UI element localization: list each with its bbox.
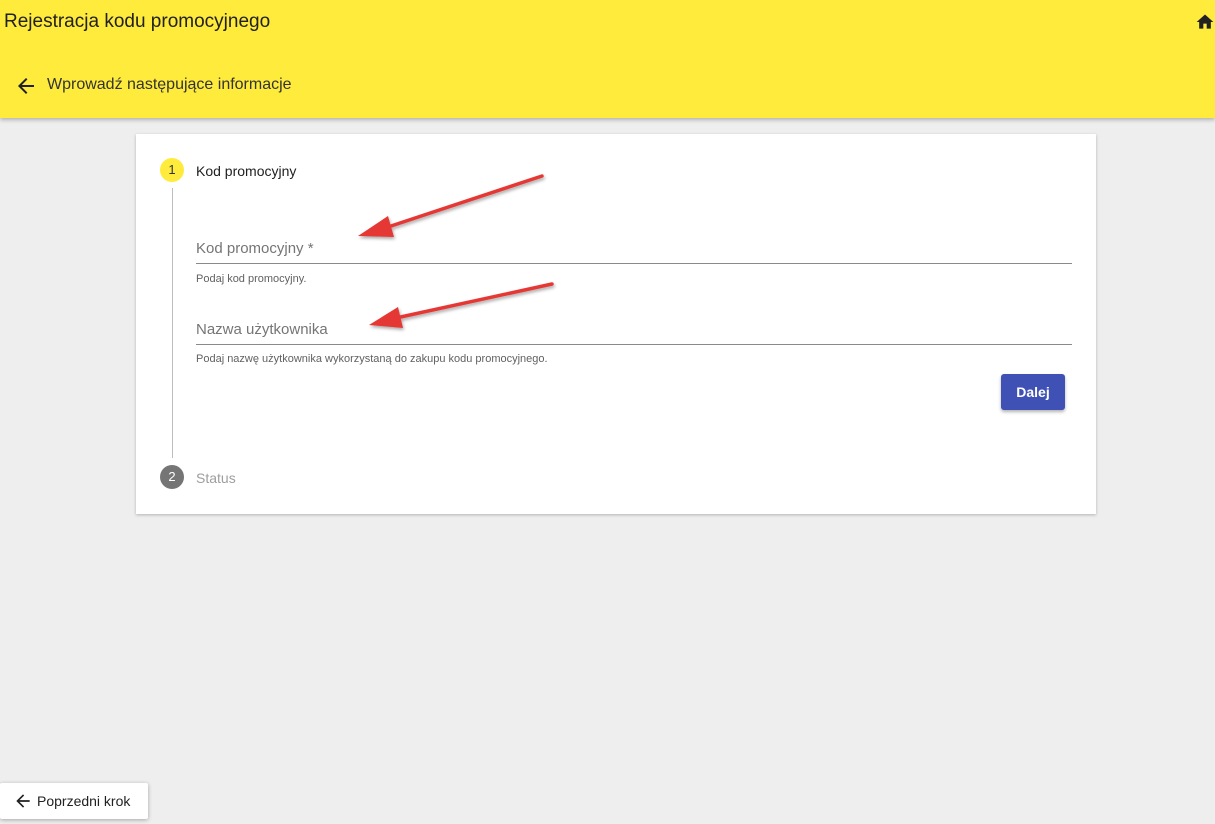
step-label-1[interactable]: Kod promocyjny bbox=[196, 163, 296, 179]
home-icon[interactable] bbox=[1195, 12, 1215, 32]
username-input[interactable] bbox=[196, 315, 1072, 344]
previous-step-label: Poprzedni krok bbox=[37, 793, 131, 809]
username-field[interactable] bbox=[196, 315, 1072, 345]
promo-code-field[interactable] bbox=[196, 234, 1072, 264]
step-number-2[interactable]: 2 bbox=[160, 465, 184, 489]
promo-code-input[interactable] bbox=[196, 234, 1072, 263]
arrow-left-icon bbox=[13, 791, 33, 811]
promo-code-hint: Podaj kod promocyjny. bbox=[196, 273, 307, 285]
step-connector bbox=[172, 188, 173, 458]
app-toolbar: Rejestracja kodu promocyjnego Wprowadź n… bbox=[0, 0, 1215, 118]
stepper-card: 1 Kod promocyjny Podaj kod promocyjny. P… bbox=[136, 134, 1096, 514]
next-button[interactable]: Dalej bbox=[1001, 374, 1065, 410]
step-label-2[interactable]: Status bbox=[196, 470, 236, 486]
page-title: Rejestracja kodu promocyjnego bbox=[4, 11, 271, 32]
toolbar-subtitle: Wprowadź następujące informacje bbox=[47, 76, 292, 93]
previous-step-button[interactable]: Poprzedni krok bbox=[0, 783, 148, 819]
username-hint: Podaj nazwę użytkownika wykorzystaną do … bbox=[196, 353, 548, 365]
arrow-left-icon[interactable] bbox=[14, 74, 38, 98]
step-number-1[interactable]: 1 bbox=[160, 158, 184, 182]
